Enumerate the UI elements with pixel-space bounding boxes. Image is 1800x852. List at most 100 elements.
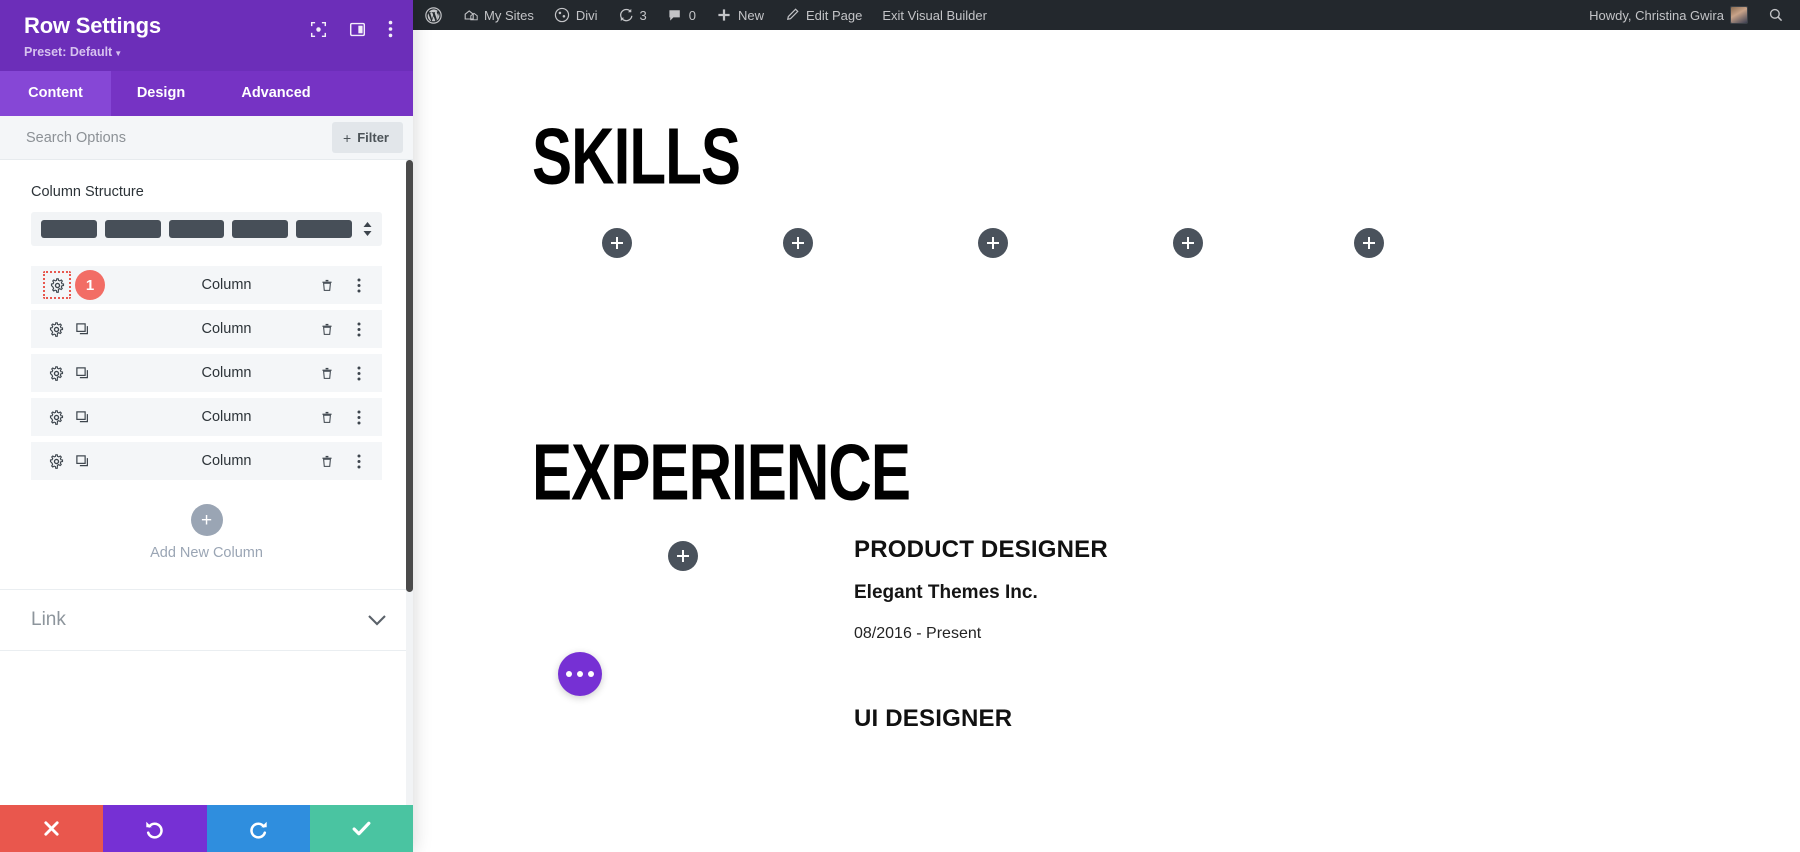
- filter-button[interactable]: + Filter: [332, 122, 403, 154]
- admin-bar-new[interactable]: New: [706, 0, 774, 30]
- link-section-label: Link: [31, 609, 66, 631]
- add-module-button-skill-5[interactable]: [1354, 228, 1384, 258]
- pencil-icon: [786, 8, 799, 21]
- redo-button[interactable]: [206, 805, 310, 852]
- panel-tabs: Content Design Advanced: [0, 71, 413, 117]
- undo-button[interactable]: [103, 805, 207, 852]
- admin-bar-search[interactable]: [1758, 0, 1800, 30]
- admin-bar-comments-count: 0: [688, 7, 696, 23]
- tab-design[interactable]: Design: [111, 71, 211, 117]
- column-settings-gear-icon[interactable]: [43, 316, 69, 342]
- admin-bar-new-label: New: [737, 7, 764, 23]
- skills-heading: SKILLS: [532, 113, 741, 202]
- job-dates-product-designer: 08/2016 - Present: [854, 625, 982, 642]
- column-delete-trash-icon[interactable]: [314, 404, 340, 430]
- structure-segment: [296, 220, 352, 239]
- column-row[interactable]: 1 Column: [31, 266, 382, 305]
- column-more-vertical-icon[interactable]: [346, 316, 372, 342]
- column-structure-label: Column Structure: [31, 184, 144, 201]
- column-label: Column: [201, 365, 252, 382]
- panel-body: Column Structure 1 Column Column Column …: [0, 160, 413, 805]
- add-new-column-plus-icon[interactable]: +: [190, 504, 223, 537]
- column-duplicate-icon[interactable]: [69, 360, 95, 386]
- structure-segment: [41, 220, 97, 239]
- admin-bar-divi[interactable]: Divi: [544, 0, 608, 30]
- column-settings-gear-icon[interactable]: [43, 360, 69, 386]
- panel-scrollbar-thumb[interactable]: [406, 160, 413, 593]
- add-module-button-skill-3[interactable]: [978, 228, 1008, 258]
- link-section-toggle[interactable]: Link: [0, 589, 413, 652]
- add-module-button-skill-4[interactable]: [1173, 228, 1203, 258]
- preset-selector[interactable]: Preset: Default ▼: [24, 45, 161, 59]
- column-more-vertical-icon[interactable]: [346, 360, 372, 386]
- tab-content[interactable]: Content: [0, 71, 111, 117]
- preset-label: Preset: Default: [24, 45, 113, 60]
- panel-footer: [0, 805, 413, 852]
- search-row: + Filter: [0, 116, 413, 161]
- avatar: [1730, 6, 1748, 24]
- updates-icon: [619, 8, 632, 22]
- column-delete-trash-icon[interactable]: [314, 316, 340, 342]
- plus-icon: +: [343, 129, 352, 146]
- column-row[interactable]: Column: [31, 398, 382, 437]
- save-button[interactable]: [309, 805, 413, 852]
- column-settings-gear-icon[interactable]: [43, 448, 69, 474]
- job-company-product-designer: Elegant Themes Inc.: [854, 582, 1038, 603]
- redo-icon: [249, 821, 267, 839]
- admin-bar-updates-count: 3: [639, 7, 647, 23]
- admin-bar-my-sites[interactable]: My Sites: [452, 0, 544, 30]
- column-duplicate-icon[interactable]: [69, 448, 95, 474]
- fab-dot-2: [577, 671, 583, 677]
- admin-bar-wordpress-logo[interactable]: [413, 0, 452, 30]
- column-row[interactable]: Column: [31, 354, 382, 393]
- focus-target-icon[interactable]: [310, 21, 327, 38]
- cancel-button[interactable]: [0, 805, 104, 852]
- column-delete-trash-icon[interactable]: [314, 272, 340, 298]
- admin-bar-edit-page[interactable]: Edit Page: [774, 0, 872, 30]
- column-more-vertical-icon[interactable]: [346, 272, 372, 298]
- panel-scrollbar-track[interactable]: [406, 160, 413, 805]
- column-duplicate-icon[interactable]: [69, 404, 95, 430]
- column-delete-trash-icon[interactable]: [314, 448, 340, 474]
- tab-advanced[interactable]: Advanced: [211, 71, 341, 117]
- fab-dot-1: [566, 671, 572, 677]
- column-more-vertical-icon[interactable]: [346, 448, 372, 474]
- admin-bar-divi-label: Divi: [575, 7, 598, 23]
- plus-icon: [718, 9, 730, 21]
- column-label: Column: [201, 321, 252, 338]
- admin-bar-updates[interactable]: 3: [608, 0, 657, 30]
- structure-segment: [104, 220, 161, 239]
- column-structure-preview: [41, 220, 352, 239]
- sort-updown-icon[interactable]: [360, 221, 374, 237]
- add-module-button-experience-1[interactable]: [668, 541, 698, 571]
- column-structure-picker[interactable]: [31, 212, 382, 247]
- search-input[interactable]: [0, 129, 333, 146]
- column-settings-gear-icon[interactable]: [43, 404, 69, 430]
- check-icon: [352, 821, 371, 836]
- column-row[interactable]: Column: [31, 442, 382, 481]
- admin-bar-comments[interactable]: 0: [657, 0, 706, 30]
- add-new-column-area[interactable]: + Add New Column: [0, 486, 413, 589]
- column-more-vertical-icon[interactable]: [346, 404, 372, 430]
- column-delete-trash-icon[interactable]: [314, 360, 340, 386]
- column-label: Column: [201, 277, 252, 294]
- add-new-column-label[interactable]: Add New Column: [0, 545, 413, 561]
- admin-bar-exit-visual-builder[interactable]: Exit Visual Builder: [872, 0, 997, 30]
- admin-bar-account[interactable]: Howdy, Christina Gwira: [1579, 0, 1758, 30]
- more-vertical-icon[interactable]: [388, 20, 393, 38]
- column-label: Column: [201, 409, 252, 426]
- multisite-icon: [464, 10, 478, 21]
- panel-layout-icon[interactable]: [349, 21, 366, 38]
- add-module-button-skill-2[interactable]: [783, 228, 813, 258]
- panel-header: Row Settings Preset: Default ▼: [0, 0, 413, 72]
- job-title-ui-designer: UI DESIGNER: [854, 705, 1013, 732]
- undo-icon: [146, 821, 164, 839]
- add-module-button-skill-1[interactable]: [602, 228, 632, 258]
- column-duplicate-icon[interactable]: [69, 316, 95, 342]
- column-row[interactable]: Column: [31, 310, 382, 349]
- divi-page-settings-fab[interactable]: [558, 652, 602, 696]
- admin-bar-my-sites-label: My Sites: [484, 7, 534, 23]
- visual-builder-canvas: SKILLS EXPERIENCE PRODUCT DESIGNER Elega…: [413, 30, 1800, 852]
- column-settings-gear-icon[interactable]: [43, 271, 71, 300]
- admin-bar-exit-label: Exit Visual Builder: [882, 7, 987, 23]
